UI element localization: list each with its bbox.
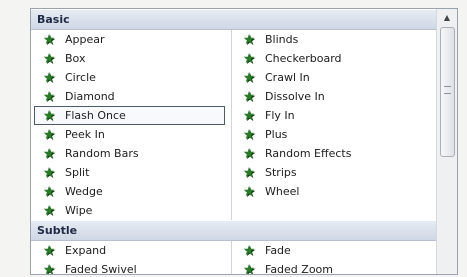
- effect-star-icon: ★: [242, 88, 256, 105]
- effect-star-icon: ★: [242, 31, 256, 48]
- effect-item-label: Wipe: [65, 204, 93, 217]
- section-header-subtle: Subtle: [31, 220, 436, 241]
- effect-item-faded-zoom[interactable]: ★ Faded Zoom: [231, 260, 436, 275]
- effect-item-label: Checkerboard: [265, 52, 342, 65]
- effect-item-diamond[interactable]: ★ Diamond: [31, 87, 231, 106]
- effect-star-icon: ★: [42, 50, 56, 67]
- effect-star-icon: ★: [42, 31, 56, 48]
- effect-item-label: Box: [65, 52, 86, 65]
- effect-item-label: Expand: [65, 244, 107, 257]
- effect-item-split[interactable]: ★ Split: [31, 163, 231, 182]
- effect-item-wedge[interactable]: ★ Wedge: [31, 182, 231, 201]
- effect-item-label: Random Bars: [65, 147, 139, 160]
- scrollbar-thumb[interactable]: [440, 27, 455, 157]
- effect-item-label: Flash Once: [65, 109, 126, 122]
- effect-star-icon: ★: [42, 202, 56, 219]
- grip-icon: [444, 86, 451, 94]
- effect-item-random-effects[interactable]: ★ Random Effects: [231, 144, 436, 163]
- effect-item-expand[interactable]: ★ Expand: [31, 241, 231, 260]
- effect-item-label: Fade: [265, 244, 291, 257]
- effect-item-label: Faded Swivel: [65, 263, 137, 274]
- effect-item-blinds[interactable]: ★ Blinds: [231, 30, 436, 49]
- effect-item-label: Appear: [65, 33, 105, 46]
- effect-item-random-bars[interactable]: ★ Random Bars: [31, 144, 231, 163]
- effect-item-label: Blinds: [265, 33, 299, 46]
- scroll-up-arrow-icon[interactable]: ▲: [437, 9, 457, 27]
- effect-item-circle[interactable]: ★ Circle: [31, 68, 231, 87]
- effect-star-icon: ★: [42, 69, 56, 86]
- effect-star-icon: ★: [42, 261, 56, 275]
- effect-item-label: Faded Zoom: [265, 263, 333, 274]
- effect-item-label: Fly In: [265, 109, 295, 122]
- section-header-basic: Basic: [31, 9, 436, 30]
- effect-item-appear[interactable]: ★ Appear: [31, 30, 231, 49]
- effect-item-label: Dissolve In: [265, 90, 325, 103]
- effect-item-crawl-in[interactable]: ★ Crawl In: [231, 68, 436, 87]
- effect-item-label: Circle: [65, 71, 96, 84]
- effect-item-strips[interactable]: ★ Strips: [231, 163, 436, 182]
- effect-star-icon: ★: [42, 126, 56, 143]
- effect-item-plus[interactable]: ★ Plus: [231, 125, 436, 144]
- effect-item-checkerboard[interactable]: ★ Checkerboard: [231, 49, 436, 68]
- effect-star-icon: ★: [42, 88, 56, 105]
- effect-item-label: Random Effects: [265, 147, 352, 160]
- effect-item-peek-in[interactable]: ★ Peek In: [31, 125, 231, 144]
- effect-item-label: Wheel: [265, 185, 300, 198]
- effect-item-wheel[interactable]: ★ Wheel: [231, 182, 436, 201]
- effect-star-icon: ★: [242, 242, 256, 259]
- effect-star-icon: ★: [242, 164, 256, 181]
- effect-star-icon: ★: [242, 183, 256, 200]
- effect-item-label: Strips: [265, 166, 297, 179]
- effect-star-icon: ★: [242, 69, 256, 86]
- effect-star-icon: ★: [242, 107, 256, 124]
- effect-item-label: Diamond: [65, 90, 115, 103]
- effect-item-label: Plus: [265, 128, 288, 141]
- effect-star-icon: ★: [42, 145, 56, 162]
- effect-item-box[interactable]: ★ Box: [31, 49, 231, 68]
- effect-star-icon: ★: [242, 50, 256, 67]
- effect-star-icon: ★: [242, 145, 256, 162]
- effect-star-icon: ★: [42, 107, 56, 124]
- effect-item-flash-once[interactable]: ★ Flash Once: [34, 106, 225, 125]
- effects-grid: ★ Expand ★ Fade ★ Faded Swivel ★ Faded Zoom: [31, 241, 436, 274]
- effects-list: Basic ★ Appear ★ Blinds ★ Box ★ Checkerboard ★ Cir…: [31, 9, 436, 274]
- effect-star-icon: ★: [242, 261, 256, 275]
- vertical-scrollbar[interactable]: ▲: [436, 9, 457, 274]
- effects-grid: ★ Appear ★ Blinds ★ Box ★ Checkerboard ★ Circle ★ C…: [31, 30, 436, 220]
- effect-item-label: Crawl In: [265, 71, 310, 84]
- effect-item-fade[interactable]: ★ Fade: [231, 241, 436, 260]
- effect-item-label: Split: [65, 166, 90, 179]
- effect-star-icon: ★: [42, 164, 56, 181]
- effect-item-dissolve-in[interactable]: ★ Dissolve In: [231, 87, 436, 106]
- effect-item-label: Peek In: [65, 128, 105, 141]
- effect-item-label: Wedge: [65, 185, 103, 198]
- empty-cell: [231, 201, 436, 220]
- effect-item-faded-swivel[interactable]: ★ Faded Swivel: [31, 260, 231, 275]
- effect-item-fly-in[interactable]: ★ Fly In: [231, 106, 436, 125]
- effect-item-wipe[interactable]: ★ Wipe: [31, 201, 231, 220]
- effects-listbox[interactable]: Basic ★ Appear ★ Blinds ★ Box ★ Checkerboard ★ Cir…: [30, 8, 458, 275]
- effect-star-icon: ★: [42, 183, 56, 200]
- effect-star-icon: ★: [242, 126, 256, 143]
- effect-star-icon: ★: [42, 242, 56, 259]
